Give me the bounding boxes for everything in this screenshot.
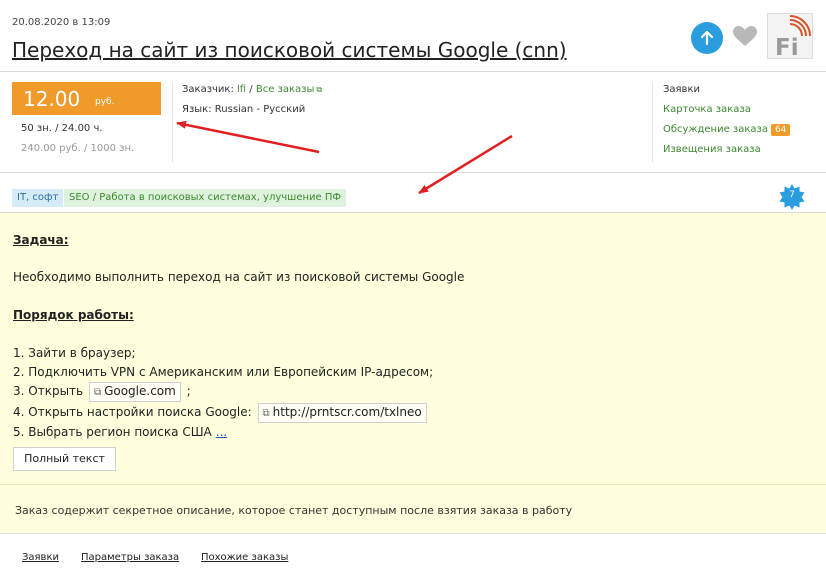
step-3: 3. Открыть ⧉ Google.com ;: [13, 382, 191, 402]
tab-bids[interactable]: Заявки: [22, 552, 59, 563]
discussion-item: Обсуждение заказа 64: [663, 124, 791, 136]
copy-icon: ⧉: [262, 408, 270, 419]
tab-order-params[interactable]: Параметры заказа: [81, 552, 179, 563]
customer-avatar[interactable]: Fi: [767, 13, 813, 61]
notices-link[interactable]: Извещения заказа: [663, 144, 761, 155]
divider: [0, 71, 826, 72]
secret-note-panel: Заказ содержит секретное описание, котор…: [0, 484, 826, 534]
step-3-text: 3. Открыть: [13, 384, 84, 398]
step-4-text: 4. Открыть настройки поиска Google:: [13, 405, 252, 419]
order-heading: Порядок работы:: [13, 308, 134, 322]
step-5: 5. Выбрать регион поиска США...: [13, 425, 227, 439]
divider: [652, 82, 653, 162]
order-card-link[interactable]: Карточка заказа: [663, 104, 751, 115]
customer-label: Заказчик:: [182, 84, 234, 95]
separator: /: [249, 84, 253, 95]
all-orders-link[interactable]: Все заказы: [256, 84, 315, 95]
full-text-button[interactable]: Полный текст: [13, 447, 116, 471]
external-link-icon: ⧉: [316, 85, 323, 94]
step-1: 1. Зайти в браузер;: [13, 346, 136, 360]
arrow-to-category: [418, 134, 513, 195]
subcategory-tag[interactable]: SEO / Работа в поисковых системах, улучш…: [64, 189, 346, 207]
raise-button[interactable]: [691, 22, 723, 54]
fi-logo-icon: Fi: [775, 15, 811, 61]
discussion-count-badge: 64: [770, 124, 791, 136]
tab-similar-orders[interactable]: Похожие заказы: [201, 552, 288, 563]
copy-icon: ⧉: [93, 387, 102, 398]
customer-line: Заказчик: lfi / Все заказы ⧉: [182, 84, 322, 95]
arrow-up-icon: [700, 30, 714, 46]
language-value: Russian - Русский: [214, 104, 306, 115]
secret-note: Заказ содержит секретное описание, котор…: [15, 504, 573, 517]
google-link-chip[interactable]: ⧉ Google.com: [88, 382, 181, 402]
price-box[interactable]: 12.00 руб.: [12, 82, 161, 115]
order-title[interactable]: Переход на сайт из поисковой системы Goo…: [12, 38, 567, 62]
screenshot-link-text: http://prntscr.com/txlneo: [272, 405, 422, 419]
heart-icon[interactable]: [732, 25, 758, 47]
step-3-suffix: ;: [186, 384, 191, 398]
step-5-text: 5. Выбрать регион поиска США: [13, 425, 212, 439]
divider: [0, 172, 826, 173]
language-line: Язык: Russian - Русский: [182, 104, 305, 115]
divider: [172, 82, 173, 162]
step-2: 2. Подключить VPN с Американским или Евр…: [13, 365, 434, 379]
more-link[interactable]: ...: [216, 425, 227, 439]
category-tag[interactable]: IT, софт: [12, 189, 64, 207]
rate-per-thousand: 240.00 руб. / 1000 зн.: [21, 143, 135, 154]
price-currency: руб.: [95, 97, 115, 107]
discussion-link[interactable]: Обсуждение заказа: [663, 124, 768, 135]
google-link-text: Google.com: [104, 384, 176, 398]
arrow-to-price: [176, 120, 320, 154]
logo-text: Fi: [775, 35, 799, 60]
customer-link[interactable]: lfi: [237, 84, 246, 95]
bids-heading: Заявки: [663, 84, 700, 95]
star-badge-number: 7: [789, 190, 795, 200]
price-value: 12.00: [23, 87, 81, 111]
step-4: 4. Открыть настройки поиска Google: ⧉ htt…: [13, 403, 429, 423]
screenshot-link-chip[interactable]: ⧉ http://prntscr.com/txlneo: [257, 403, 427, 423]
star-badge: 7: [778, 183, 806, 211]
task-heading: Задача:: [13, 233, 69, 247]
language-label: Язык:: [182, 104, 212, 115]
task-text: Необходимо выполнить переход на сайт из …: [13, 270, 465, 284]
order-date: 20.08.2020 в 13:09: [12, 17, 111, 28]
rate-volume: 50 зн. / 24.00 ч.: [21, 123, 103, 134]
